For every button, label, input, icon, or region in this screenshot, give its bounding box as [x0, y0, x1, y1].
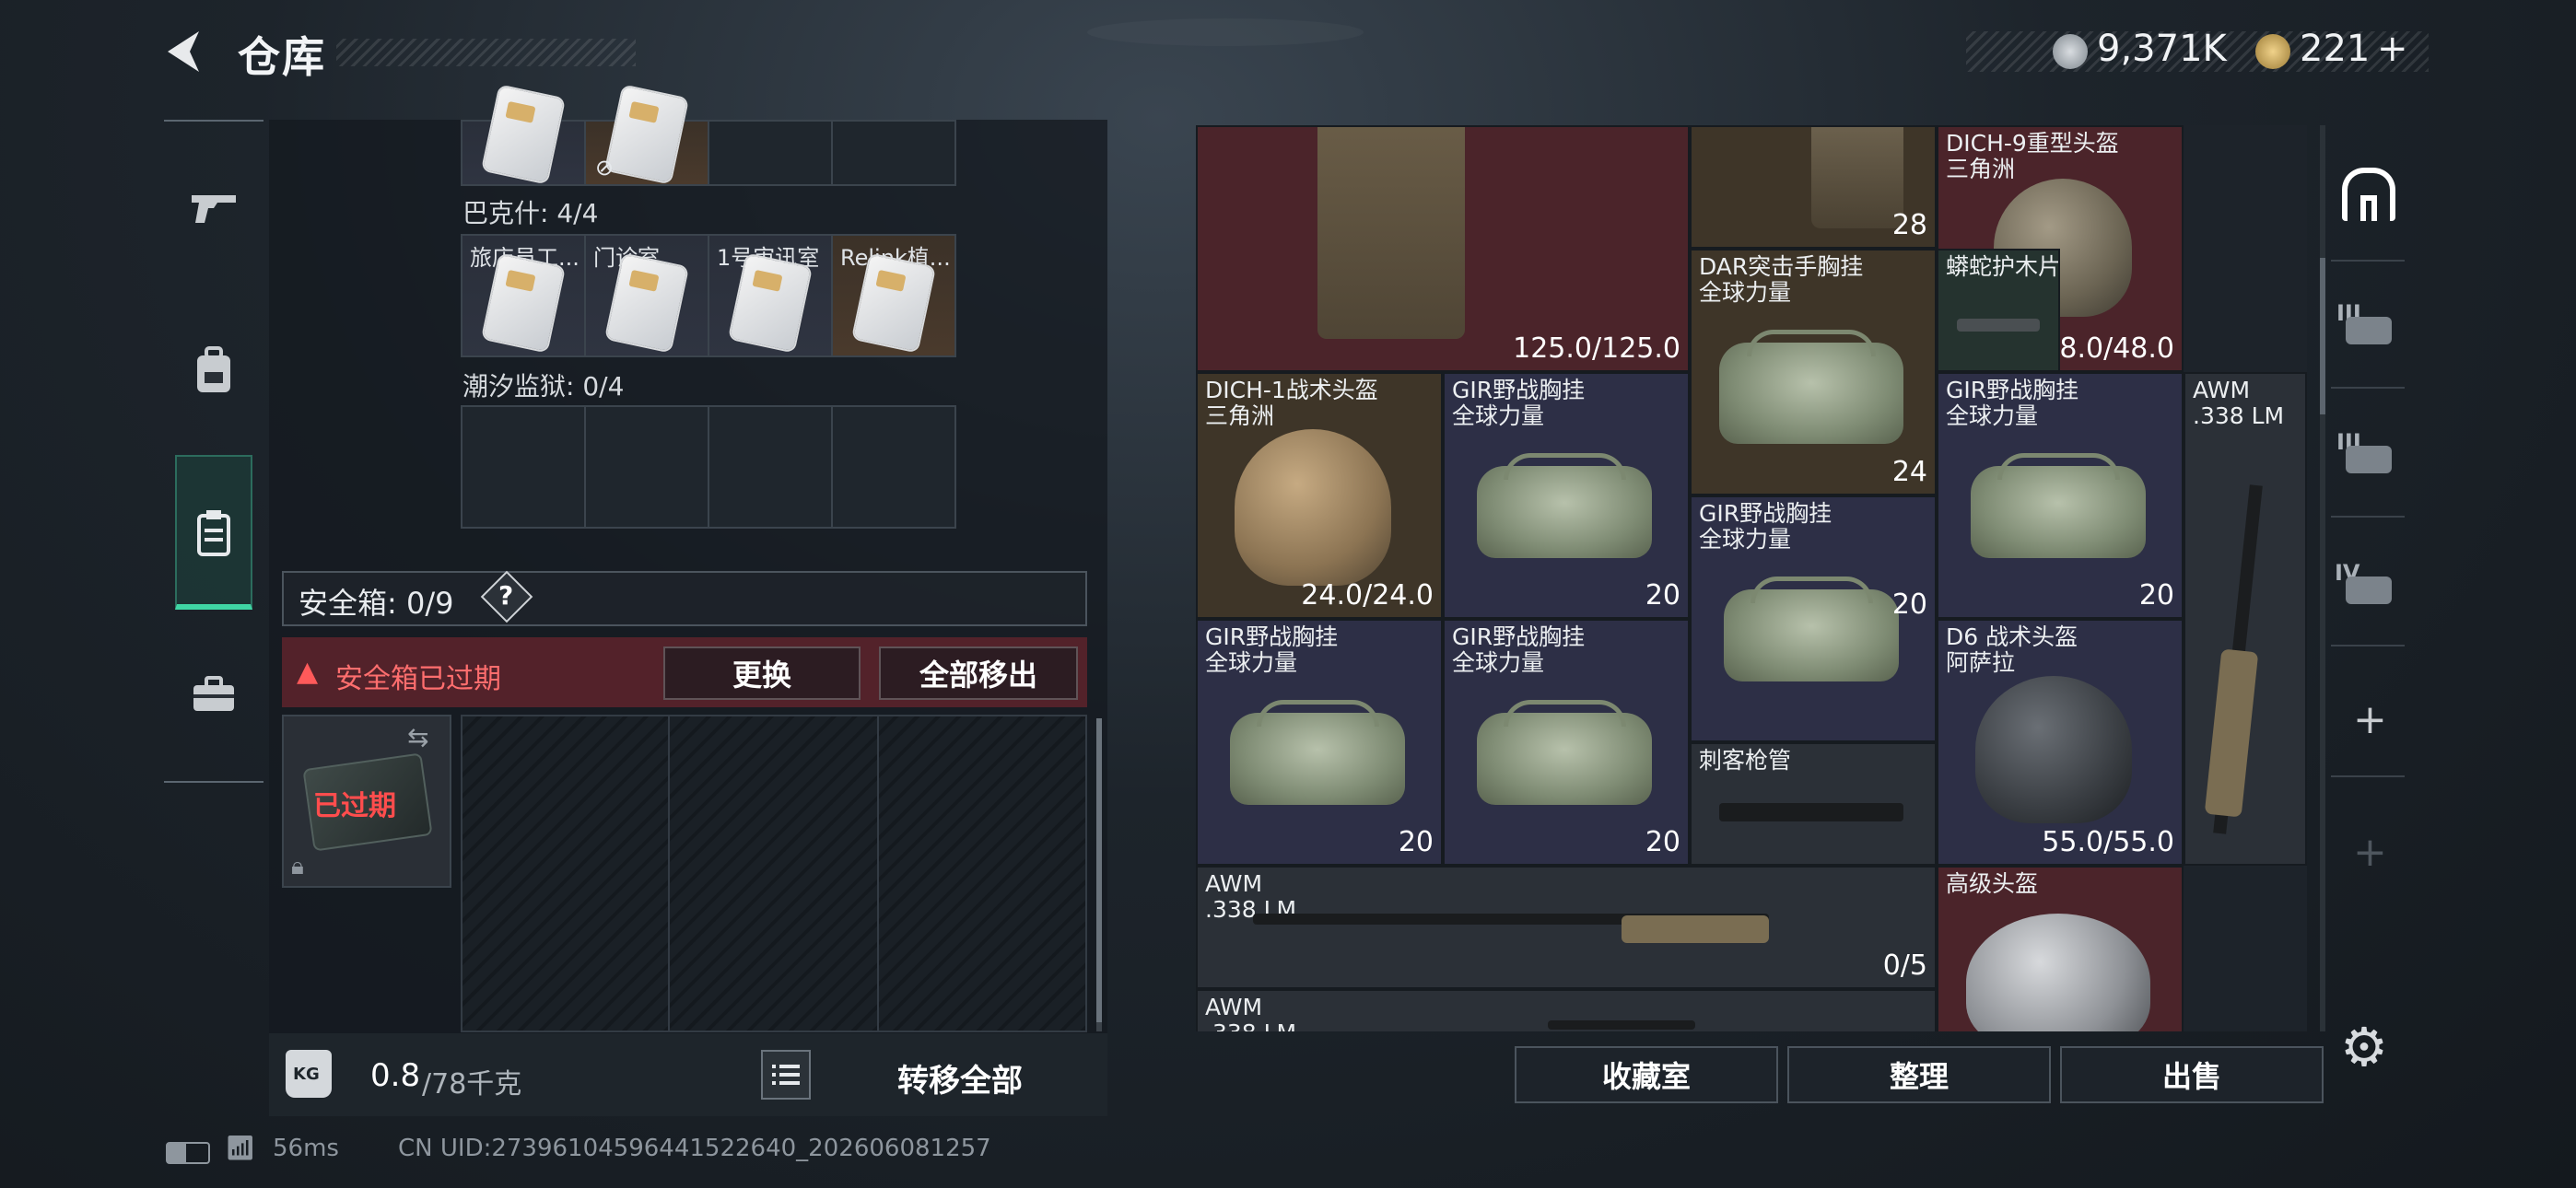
list-icon[interactable] — [761, 1050, 811, 1100]
inventory-item[interactable]: 刺客枪管 — [1690, 742, 1937, 866]
page-title: 仓库 — [238, 32, 326, 82]
gold-coin-icon — [2255, 34, 2290, 69]
inventory-item[interactable]: DICH-1战术头盔 三角洲 24.0/24.0 — [1196, 372, 1443, 619]
transfer-all-button[interactable]: 转移全部 — [897, 1055, 1023, 1101]
storage-slot[interactable] — [461, 405, 586, 529]
case-icon[interactable] — [177, 658, 251, 731]
backpack-icon[interactable] — [177, 333, 251, 407]
battery-icon — [166, 1142, 210, 1164]
storage-slot[interactable] — [831, 120, 956, 186]
warning-icon: ▲ — [297, 656, 319, 688]
ping-text: 56ms — [273, 1135, 339, 1162]
safe-box-label: 安全箱: 0/9 — [299, 586, 454, 621]
inventory-item[interactable]: GIR野战胸挂 全球力量 20 — [1937, 372, 2184, 619]
tier4-storage-shape — [2346, 577, 2392, 604]
storage-slot[interactable] — [461, 86, 586, 186]
inventory-item[interactable]: AWM .338 LM 0/5 — [1196, 866, 1937, 989]
storage-slot[interactable] — [708, 120, 833, 186]
side-divider — [2331, 516, 2405, 518]
storage-tab-door — [2360, 195, 2377, 221]
side-divider — [2331, 775, 2405, 777]
gold-amount: 221 — [2300, 28, 2371, 70]
left-scrollbar-thumb[interactable] — [1096, 718, 1102, 1022]
side-divider — [2331, 645, 2405, 646]
section-label: 巴克什: 4/4 — [463, 198, 599, 228]
add-storage-button[interactable]: + — [2353, 696, 2387, 743]
key-card-slot[interactable]: 门诊室 — [584, 234, 709, 357]
inventory-item[interactable]: 125.0/125.0 — [1196, 125, 1690, 372]
key-card-slot[interactable]: 旅店员工... — [461, 234, 586, 357]
sort-button[interactable]: 整理 — [1787, 1046, 2051, 1103]
inventory-item[interactable]: GIR野战胸挂 全球力量 20 — [1196, 619, 1443, 866]
inventory-item[interactable]: GIR野战胸挂 全球力量 20 — [1443, 372, 1690, 619]
weight-capacity: /78千克 — [422, 1068, 522, 1101]
weight-icon-label: KG — [293, 1065, 320, 1084]
inventory-item[interactable]: AWM .338 LM — [2184, 372, 2307, 866]
storage-slot[interactable] — [584, 405, 709, 529]
inventory-item[interactable]: 蟒蛇护木片 — [1937, 249, 2060, 372]
add-currency-button[interactable]: + — [2377, 28, 2408, 70]
lock-icon: 🔒︎ — [291, 853, 304, 880]
silver-coin-icon — [2053, 34, 2088, 69]
tier3b-storage-shape — [2346, 446, 2392, 473]
storage-slot[interactable] — [831, 405, 956, 529]
wifi-icon: 📶︎ — [225, 1135, 256, 1162]
inventory-item[interactable]: AWM .338 LM — [1196, 989, 1937, 1031]
safe-grid-lines — [461, 715, 1087, 1032]
help-icon-label: ? — [498, 580, 514, 611]
storage-slot[interactable] — [708, 405, 833, 529]
no-trade-icon: ⊘ — [595, 155, 615, 181]
uid-text: CN UID:2739610459644152​2640_20260608125… — [398, 1135, 991, 1162]
add-storage-button-disabled: + — [2353, 829, 2387, 876]
inventory-item[interactable]: 28 — [1690, 125, 1937, 249]
weight-value: 0.8 — [370, 1057, 421, 1094]
silver-amount: 9,371K — [2097, 28, 2227, 70]
inventory-item[interactable]: GIR野战胸挂 全球力量 20 — [1443, 619, 1690, 866]
section-label: 潮汐监狱: 0/4 — [463, 371, 625, 402]
nav-divider — [164, 120, 263, 122]
inventory-item[interactable]: GIR野战胸挂 全球力量 20 — [1690, 495, 1937, 742]
inventory-item[interactable]: DAR突击手胸挂 全球力量 24 — [1690, 249, 1937, 495]
inventory-grid: 125.0/125.0 28 DICH-9重型头盔 三角洲 48.0/48.0 … — [1196, 125, 2307, 1031]
replace-button[interactable]: 更换 — [663, 646, 861, 700]
key-card-slot[interactable]: 1号审讯室 — [708, 234, 833, 357]
back-icon[interactable] — [162, 28, 206, 76]
key-card-slot[interactable]: Relink植... — [831, 234, 956, 357]
swap-icon[interactable]: ⇆ — [407, 722, 428, 752]
inventory-item[interactable]: D6 战术头盔 阿萨拉 55.0/55.0 — [1937, 619, 2184, 866]
weapon-icon[interactable] — [177, 171, 251, 245]
sell-button[interactable]: 出售 — [2060, 1046, 2324, 1103]
safe-box-expired-text: 安全箱已过期 — [335, 663, 501, 695]
title-decoration — [336, 39, 636, 66]
settings-gear-icon[interactable]: ⚙ — [2340, 1020, 2388, 1074]
storage-icon[interactable] — [177, 495, 251, 569]
storage-slot[interactable]: ⊘ — [584, 86, 709, 186]
move-all-out-button[interactable]: 全部移出 — [879, 646, 1078, 700]
expired-label: 已过期 — [313, 790, 396, 822]
nav-divider-bottom — [164, 781, 263, 783]
side-divider — [2331, 387, 2405, 389]
right-scrollbar-thumb[interactable] — [2320, 258, 2325, 414]
collection-room-button[interactable]: 收藏室 — [1515, 1046, 1778, 1103]
inventory-item[interactable]: 高级头盔 — [1937, 866, 2184, 1031]
tier3-storage-shape — [2346, 317, 2392, 344]
side-divider — [2331, 260, 2405, 262]
